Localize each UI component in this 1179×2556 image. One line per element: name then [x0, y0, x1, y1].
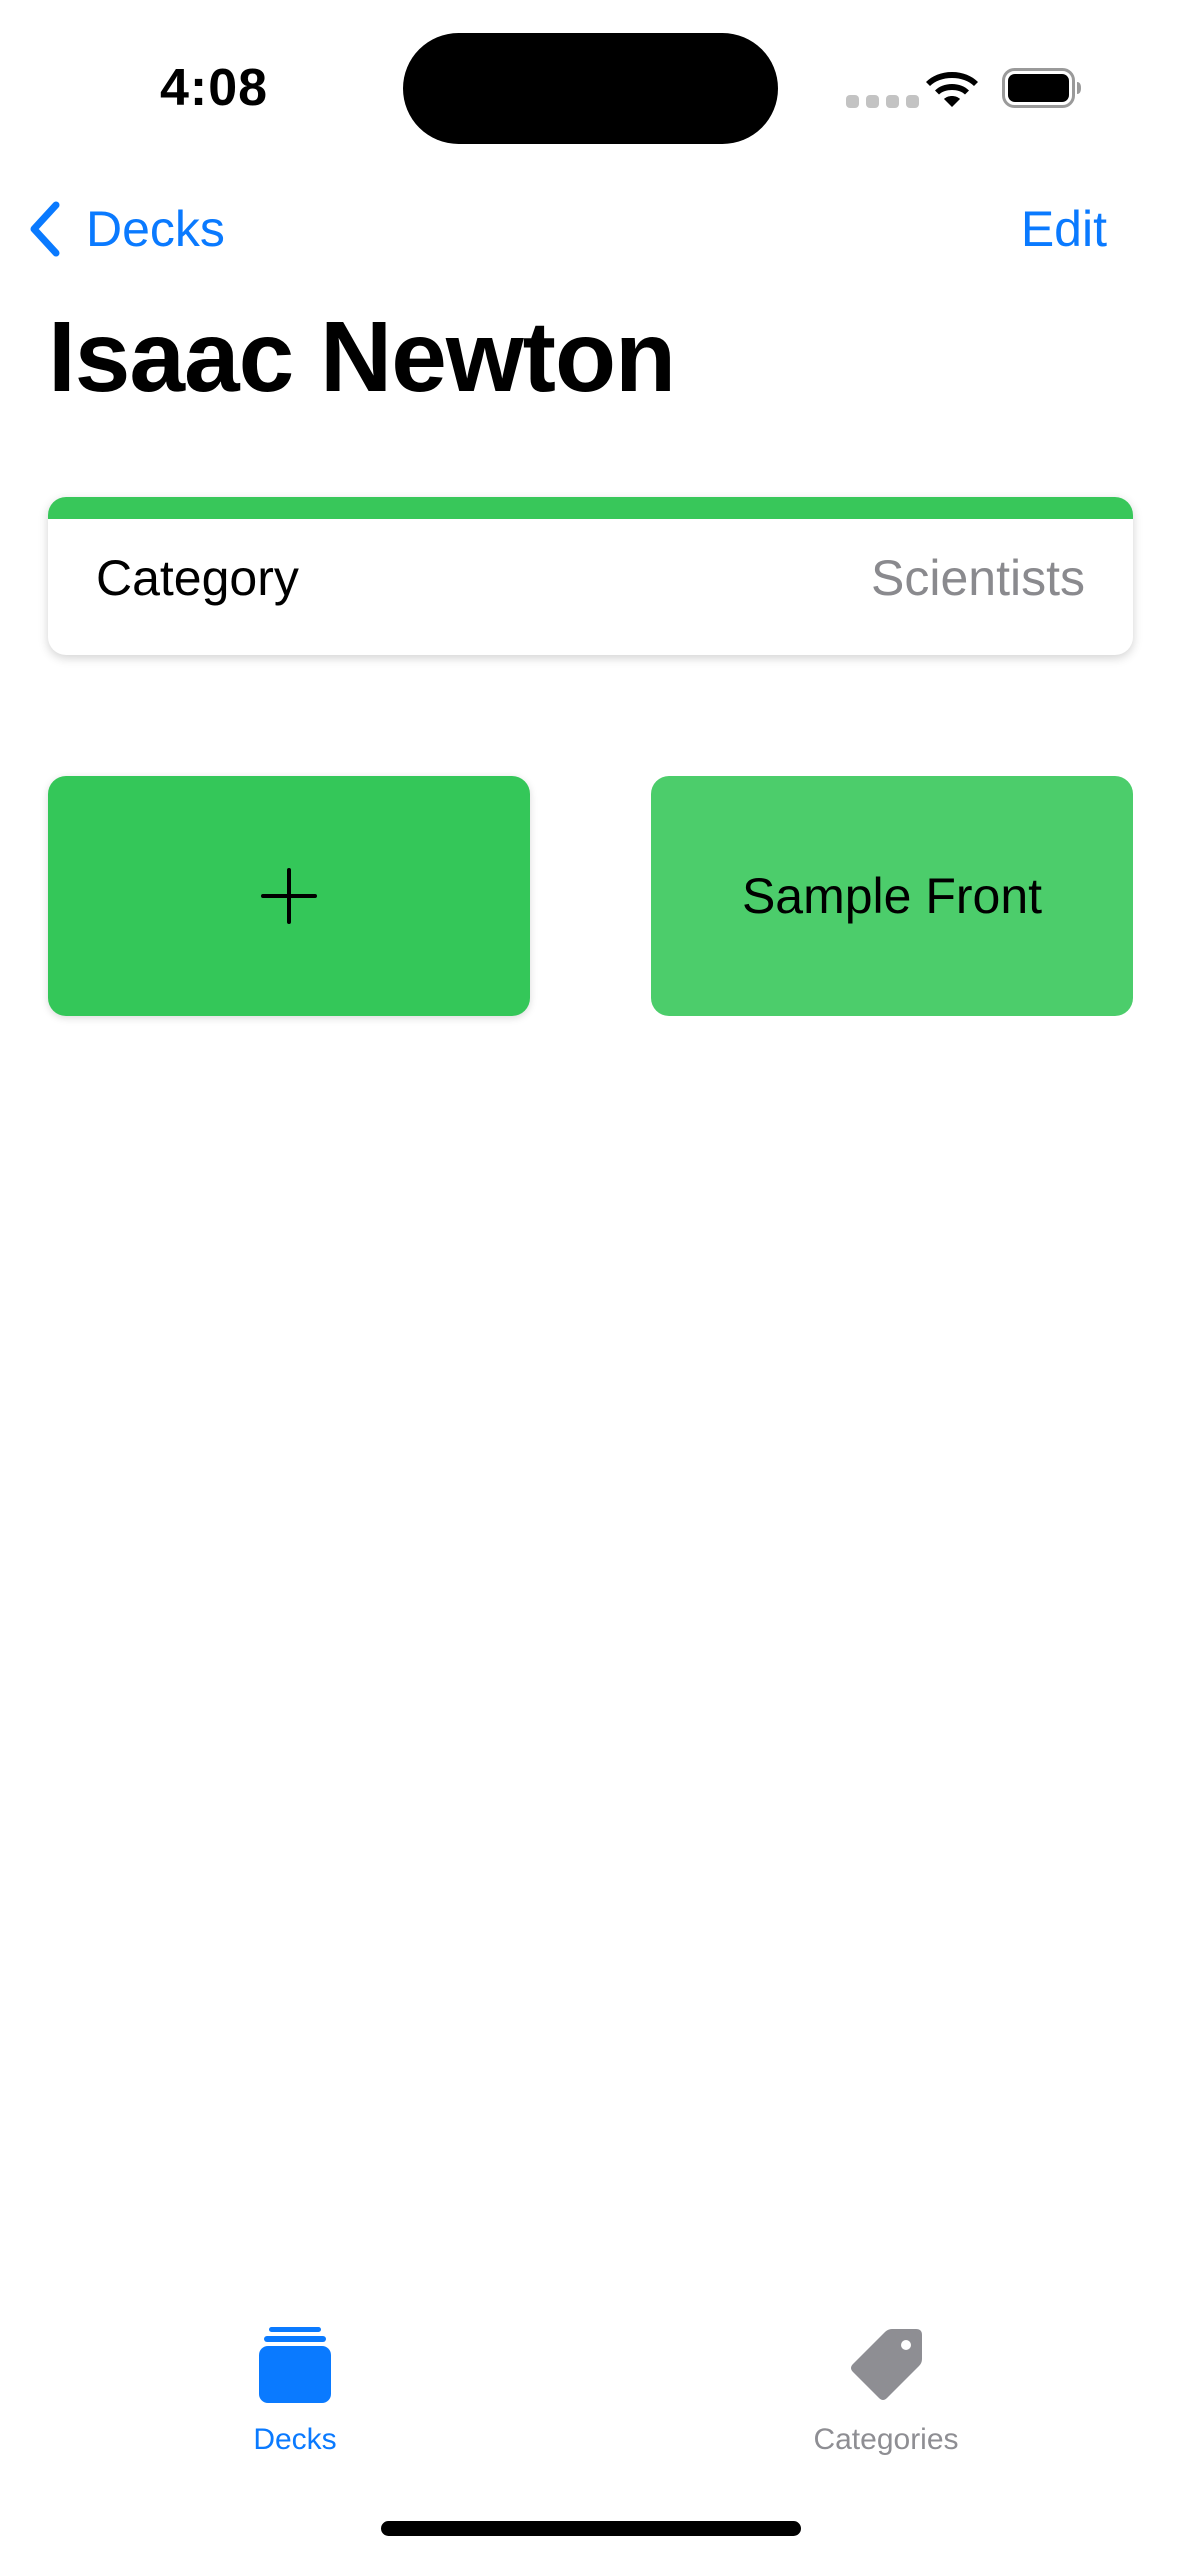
home-indicator [381, 2521, 801, 2536]
add-card-button[interactable] [48, 776, 530, 1016]
chevron-left-icon [30, 201, 60, 257]
screen: 4:08 Decks Edit Isaac Newton Category Sc… [0, 0, 1179, 2556]
flashcard-item[interactable]: Sample Front [651, 776, 1133, 1016]
edit-button[interactable]: Edit [1021, 196, 1107, 262]
tag-icon [851, 2329, 922, 2400]
cellular-dots-icon [846, 95, 919, 108]
tab-decks[interactable]: Decks [175, 2325, 415, 2457]
dynamic-island [403, 33, 778, 144]
tab-categories-label: Categories [813, 2423, 959, 2456]
tab-decks-label: Decks [253, 2423, 337, 2456]
battery-icon [1002, 68, 1081, 108]
plus-icon [261, 868, 317, 924]
back-button[interactable]: Decks [26, 196, 225, 262]
stack-icon [259, 2327, 331, 2403]
back-button-label: Decks [86, 201, 225, 257]
status-time: 4:08 [160, 59, 269, 117]
tab-categories[interactable]: Categories [766, 2325, 1006, 2457]
page-title: Isaac Newton [48, 301, 676, 413]
category-accent-bar [48, 497, 1133, 519]
category-value: Scientists [871, 550, 1085, 606]
category-row[interactable]: Category Scientists [48, 497, 1133, 655]
flashcard-front-label: Sample Front [741, 868, 1043, 924]
wifi-icon [926, 72, 978, 107]
category-label: Category [96, 550, 299, 606]
